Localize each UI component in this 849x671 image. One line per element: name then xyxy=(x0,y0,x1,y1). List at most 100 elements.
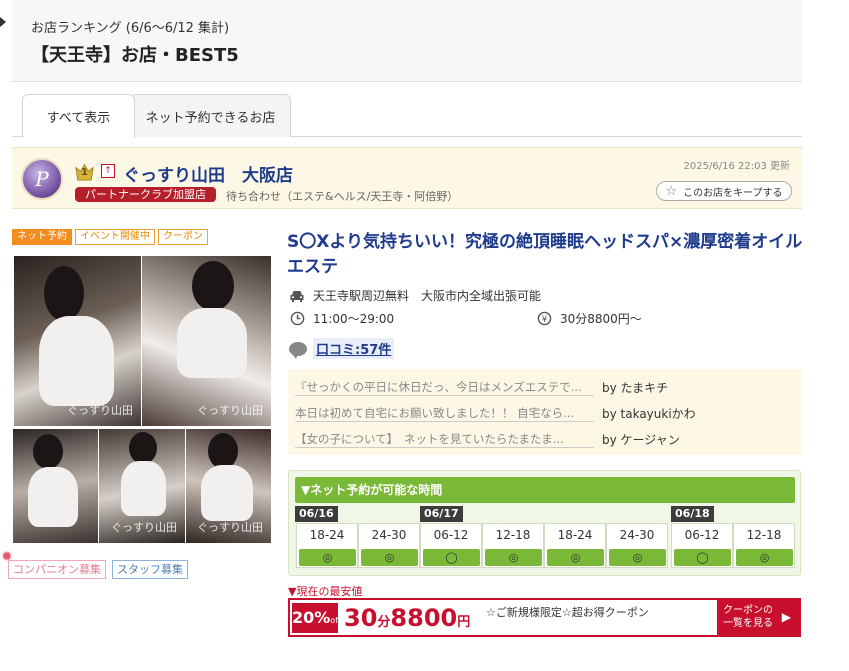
collapse-arrow-icon[interactable] xyxy=(0,17,6,27)
slot-time: 12-18 xyxy=(495,528,531,542)
therapist-photo[interactable]: ぐっすり山田 xyxy=(99,429,185,543)
date-label: 06/17 xyxy=(420,506,463,522)
feature-tags: ネット予約 イベント開催中 クーポン xyxy=(12,229,208,245)
lowest-price: 30分8800円 xyxy=(344,600,470,641)
page-title: 【天王寺】お店・BEST5 xyxy=(31,45,239,66)
review-author: by takayukiかわ xyxy=(602,407,696,421)
review-quote[interactable]: 『せっかくの平日に休日だっ、今日はメンズエステで... xyxy=(295,379,594,396)
coupon-list-button[interactable]: クーポンの 一覧を見る ▶ xyxy=(717,600,799,635)
lowest-price-box[interactable]: 20%off 30分8800円 ☆ご新規様限定☆超お得クーポン クーポンの 一覧… xyxy=(288,598,801,637)
arrow-right-icon: ▶ xyxy=(781,610,791,624)
hours-info: 11:00～29:00 xyxy=(289,310,394,327)
yen-icon: ¥ xyxy=(536,311,552,327)
slot-time: 24-30 xyxy=(619,528,655,542)
catch-copy-link[interactable]: S〇Xより気持ちいい！究極の絶頂睡眠ヘッドスパ×濃厚密着オイルエステ xyxy=(287,230,803,280)
tab-bar: ネット予約できるお店 すべて表示 xyxy=(12,94,802,138)
slot-time: 06-12 xyxy=(684,528,720,542)
car-icon xyxy=(289,288,305,304)
tag-coupon: クーポン xyxy=(158,229,208,245)
speech-bubble-icon xyxy=(289,341,307,359)
therapist-photo[interactable]: ぐっすり山田 xyxy=(186,429,271,543)
companion-recruit-label: コンパニオン募集 xyxy=(13,563,101,576)
slot-reserve-button[interactable]: ◎ xyxy=(299,549,356,566)
photo-watermark: ぐっすり山田 xyxy=(67,404,133,417)
ranking-period: お店ランキング (6/6～6/12 集計) xyxy=(31,21,230,36)
rank-number: 1 xyxy=(81,167,88,178)
date-label: 06/16 xyxy=(295,506,338,522)
date-label: 06/18 xyxy=(671,506,714,522)
review-list: 『せっかくの平日に休日だっ、今日はメンズエステで... by たまキチ 本日は初… xyxy=(288,369,801,455)
review-item[interactable]: 『せっかくの平日に休日だっ、今日はメンズエステで... by たまキチ xyxy=(295,379,795,397)
time-slot: 18-24 ◎ xyxy=(296,523,358,568)
review-item[interactable]: 本日は初めて自宅にお願い致しました！！ 自宅なら... by takayukiか… xyxy=(295,405,795,423)
discount-off: off xyxy=(330,616,341,625)
coupon-duration: 30 xyxy=(344,604,378,632)
reviews-link[interactable]: 口コミ:57件 xyxy=(289,338,395,359)
slot-reserve-button[interactable]: ◎ xyxy=(609,549,666,566)
coupon-title: ☆ご新規様限定☆超お得クーポン xyxy=(486,606,649,619)
review-author: by ケージャン xyxy=(602,433,680,447)
shop-name-link[interactable]: ぐっすり山田 大阪店 xyxy=(123,161,293,186)
slot-time: 18-24 xyxy=(557,528,593,542)
staff-recruit-button[interactable]: スタッフ募集 xyxy=(112,560,188,579)
therapist-photo[interactable]: ぐっすり山田 xyxy=(14,256,141,426)
slot-time: 18-24 xyxy=(309,528,345,542)
shop-logo[interactable]: P xyxy=(21,158,63,200)
reviews-count[interactable]: 口コミ:57件 xyxy=(313,338,395,359)
clock-icon xyxy=(289,311,305,327)
lowest-price-label: ▼現在の最安値 xyxy=(288,585,363,598)
companion-recruit-button[interactable]: ✹ コンパニオン募集 xyxy=(1,549,106,579)
star-icon: ☆ xyxy=(665,183,678,199)
photo-watermark: ぐっすり山田 xyxy=(197,521,263,534)
svg-text:¥: ¥ xyxy=(541,314,547,324)
booking-header: ▼ネット予約が可能な時間 xyxy=(295,477,795,503)
discount-percent: 20% xyxy=(292,608,331,627)
shop-category: 待ち合わせ（エステ&ヘルス/天王寺・阿倍野） xyxy=(226,190,459,203)
keep-shop-label: このお店をキープする xyxy=(683,187,783,199)
review-item[interactable]: 【女の子について】 ネットを見ていたらたまたま... by ケージャン xyxy=(295,431,795,449)
rank-up-icon: ↑ xyxy=(101,164,115,178)
hours-text: 11:00～29:00 xyxy=(313,312,395,326)
photo-gallery: ぐっすり山田 ぐっすり山田 ぐっすり山田 ぐっすり山田 xyxy=(12,255,272,543)
therapist-photo[interactable] xyxy=(13,429,98,543)
shop-header: P 1 ↑ ぐっすり山田 大阪店 パートナークラブ加盟店 待ち合わせ（エステ&ヘ… xyxy=(12,147,802,209)
review-quote[interactable]: 【女の子について】 ネットを見ていたらたまたま... xyxy=(295,431,594,448)
photo-watermark: ぐっすり山田 xyxy=(197,404,263,417)
slot-time: 24-30 xyxy=(371,528,407,542)
time-slot: 24-30 ◎ xyxy=(358,523,420,568)
new-badge-icon: ✹ xyxy=(1,549,13,565)
review-quote[interactable]: 本日は初めて自宅にお願い致しました！！ 自宅なら... xyxy=(295,405,594,422)
coupon-duration-unit: 分 xyxy=(377,615,391,630)
slot-reserve-button[interactable]: ◎ xyxy=(736,549,793,566)
time-slot: 12-18 ◎ xyxy=(733,523,795,568)
price-text: 30分8800円～ xyxy=(560,312,642,326)
price-info: ¥ 30分8800円～ xyxy=(536,310,642,327)
slot-time: 12-18 xyxy=(746,528,782,542)
tag-net-reservation: ネット予約 xyxy=(12,229,72,245)
access-text: 天王寺駅周辺無料 大阪市内全域出張可能 xyxy=(313,289,542,303)
slot-reserve-button[interactable]: ◯ xyxy=(423,549,480,566)
access-info: 天王寺駅周辺無料 大阪市内全域出張可能 xyxy=(289,287,541,304)
time-slot: 06-12 ◯ xyxy=(420,523,482,568)
ranking-header: お店ランキング (6/6～6/12 集計) 【天王寺】お店・BEST5 xyxy=(12,0,802,82)
slot-reserve-button[interactable]: ◎ xyxy=(485,549,542,566)
slot-reserve-button[interactable]: ◎ xyxy=(361,549,418,566)
time-slot: 24-30 ◎ xyxy=(606,523,668,568)
tag-event: イベント開催中 xyxy=(75,229,155,245)
coupon-price: 8800 xyxy=(390,604,458,632)
slot-reserve-button[interactable]: ◎ xyxy=(547,549,604,566)
time-slot: 12-18 ◎ xyxy=(482,523,544,568)
tab-show-all[interactable]: すべて表示 xyxy=(22,94,135,138)
keep-shop-button[interactable]: ☆ このお店をキープする xyxy=(656,181,792,201)
photo-watermark: ぐっすり山田 xyxy=(111,521,177,534)
time-slot: 18-24 ◎ xyxy=(544,523,606,568)
booking-slot-table: 06/16 06/17 06/18 18-24 ◎ 24-30 ◎ 06-12 … xyxy=(294,506,797,570)
tab-net-reservation[interactable]: ネット予約できるお店 xyxy=(130,94,291,137)
discount-badge: 20%off xyxy=(292,603,341,633)
therapist-photo[interactable]: ぐっすり山田 xyxy=(142,256,271,426)
time-slot: 06-12 ◯ xyxy=(671,523,733,568)
slot-reserve-button[interactable]: ◯ xyxy=(674,549,731,566)
booking-panel: ▼ネット予約が可能な時間 06/16 06/17 06/18 18-24 ◎ 2… xyxy=(288,470,801,576)
review-author: by たまキチ xyxy=(602,381,669,395)
slot-time: 06-12 xyxy=(433,528,469,542)
